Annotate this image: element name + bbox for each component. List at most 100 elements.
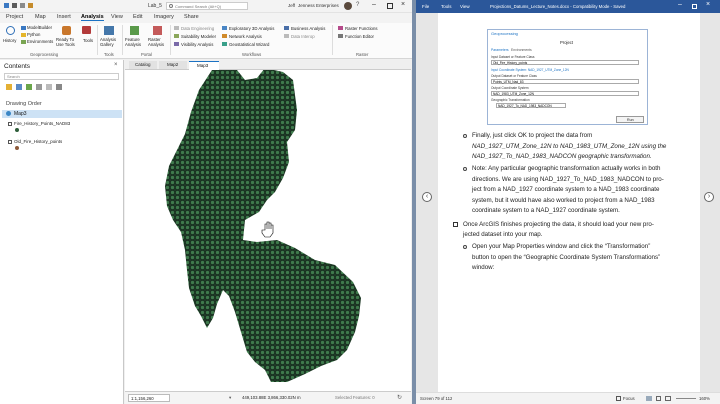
function-editor-button[interactable]: Function Editor bbox=[345, 34, 374, 39]
feature-analysis-button[interactable]: Feature Analysis bbox=[125, 37, 147, 47]
tab-imagery[interactable]: Imagery bbox=[154, 14, 174, 20]
network-analysis-button[interactable]: Network Analysis bbox=[229, 34, 262, 39]
gp-field-value: NAD_1983_UTM_Zone_12N bbox=[491, 91, 639, 96]
analysis-gallery-button[interactable]: Analysis Gallery bbox=[100, 37, 120, 47]
tab-share[interactable]: Share bbox=[184, 14, 199, 20]
web-layout-icon[interactable] bbox=[665, 396, 671, 401]
layer-checkbox[interactable] bbox=[8, 122, 12, 126]
pause-drawing-icon[interactable]: ▾ bbox=[229, 395, 231, 401]
gp-tab-parameters: Parameters bbox=[491, 48, 509, 52]
data-engineering-button[interactable]: Data Engineering bbox=[181, 26, 214, 31]
doc-line: ject from a NAD_1927 coordinate system t… bbox=[472, 186, 660, 193]
tab-map2[interactable]: Map2 bbox=[159, 61, 187, 69]
toolbox-icon bbox=[82, 26, 91, 34]
modelbuilder-button[interactable]: ModelBuilder bbox=[27, 25, 52, 30]
tab-edit[interactable]: Edit bbox=[133, 14, 142, 20]
command-search-input[interactable]: Command Search (Alt+Q) bbox=[166, 2, 248, 10]
business-analysis-button[interactable]: Business Analysis bbox=[291, 26, 325, 31]
visibility-analysis-button[interactable]: Visibility Analysis bbox=[181, 42, 213, 47]
zoom-level[interactable]: 160% bbox=[699, 396, 710, 401]
previous-screen-button[interactable]: ‹ bbox=[422, 192, 432, 202]
doc-line: NAD_1927_UTM_Zone_12N to NAD_1983_UTM_Zo… bbox=[472, 143, 667, 150]
ready-to-use-button[interactable]: Ready To Use Tools bbox=[56, 37, 80, 47]
list-by-drawing-order-icon[interactable] bbox=[6, 84, 12, 90]
layer-item[interactable]: Fire_History_Points_NAD83 bbox=[6, 121, 121, 133]
cursor-hand-icon bbox=[261, 221, 274, 238]
avatar[interactable] bbox=[344, 2, 352, 10]
environments-icon bbox=[21, 40, 26, 44]
scale-dropdown[interactable]: 1:1,156,260 bbox=[128, 394, 170, 402]
suitability-modeler-button[interactable]: Suitability Modeler bbox=[181, 34, 216, 39]
data-interop-icon bbox=[284, 34, 289, 38]
bullet-circle bbox=[463, 245, 467, 249]
list-by-snapping-icon[interactable] bbox=[46, 84, 52, 90]
history-button[interactable]: History bbox=[3, 38, 16, 43]
tools-button[interactable]: Tools bbox=[83, 38, 93, 43]
gp-field-label: Input Coordinate System: NAD_1927_UTM_Zo… bbox=[491, 68, 569, 72]
list-by-source-icon[interactable] bbox=[16, 84, 22, 90]
word-tab-view[interactable]: View bbox=[460, 4, 470, 9]
environments-button[interactable]: Environments bbox=[27, 39, 53, 44]
tab-catalog[interactable]: Catalog bbox=[129, 61, 157, 69]
word-close-icon[interactable]: × bbox=[706, 1, 710, 8]
tab-analysis[interactable]: Analysis bbox=[81, 14, 104, 21]
next-screen-button[interactable]: › bbox=[704, 192, 714, 202]
doc-line: coordinate system to a NAD_1927 coordina… bbox=[472, 207, 620, 214]
geostatistical-wizard-button[interactable]: Geostatistical Wizard bbox=[229, 42, 269, 47]
data-interop-button[interactable]: Data Interop bbox=[291, 34, 315, 39]
contents-search-input[interactable]: Search bbox=[4, 73, 119, 80]
python-button[interactable]: Python bbox=[27, 32, 40, 37]
doc-line: Open your Map Properties window and clic… bbox=[472, 243, 651, 250]
word-minimize-icon[interactable]: – bbox=[678, 1, 682, 8]
help-icon[interactable]: ? bbox=[356, 2, 359, 8]
user-name[interactable]: Jeff bbox=[288, 3, 295, 8]
tab-view[interactable]: View bbox=[111, 14, 123, 20]
close-icon[interactable]: × bbox=[401, 1, 405, 8]
function-editor-icon bbox=[338, 34, 343, 38]
exploratory-3d-button[interactable]: Exploratory 3D Analysis bbox=[229, 26, 274, 31]
read-mode-icon[interactable] bbox=[646, 396, 652, 401]
layer-item[interactable]: Old_Fire_History_points bbox=[6, 139, 121, 151]
exploratory-3d-icon bbox=[222, 26, 227, 30]
gp-run-button: Run bbox=[616, 116, 644, 123]
word-status-bar: Screen 79 of 112 Focus 160% bbox=[416, 392, 720, 404]
tab-map3-label: Map3 bbox=[197, 63, 209, 68]
doc-line: button to open the “Geographic Coordinat… bbox=[472, 254, 661, 261]
layer-checkbox[interactable] bbox=[8, 140, 12, 144]
word-restore-icon[interactable] bbox=[692, 4, 697, 9]
raster-analysis-button[interactable]: Raster Analysis bbox=[148, 37, 170, 47]
list-by-selection-icon[interactable] bbox=[26, 84, 32, 90]
focus-label[interactable]: Focus bbox=[623, 396, 635, 401]
tab-project[interactable]: Project bbox=[6, 14, 23, 20]
raster-functions-button[interactable]: Raster Functions bbox=[345, 26, 377, 31]
map-canvas[interactable] bbox=[125, 70, 411, 391]
refresh-icon[interactable]: ↻ bbox=[397, 394, 402, 401]
checkbox-bullet bbox=[453, 222, 458, 227]
pane-close-icon[interactable]: × bbox=[114, 62, 118, 68]
print-layout-icon[interactable] bbox=[656, 396, 661, 401]
word-title-bar: File Tools View Projections_Datums_Lectu… bbox=[416, 0, 720, 13]
map-status-bar: 1:1,156,260 ▾ 449,103.88E 3,866,330.02N … bbox=[125, 391, 411, 404]
gp-tab-environments: Environments bbox=[511, 48, 532, 52]
maximize-icon[interactable] bbox=[387, 3, 393, 9]
focus-icon[interactable] bbox=[616, 396, 621, 401]
group-geoprocessing: Geoprocessing bbox=[30, 52, 59, 57]
zoom-slider[interactable] bbox=[676, 398, 696, 399]
map-item[interactable]: Map3 bbox=[2, 110, 122, 118]
map-icon bbox=[6, 111, 11, 116]
list-by-labeling-icon[interactable] bbox=[56, 84, 62, 90]
contents-pane: Contents × Search Drawing Order Map3 Fir… bbox=[0, 60, 124, 404]
list-by-editing-icon[interactable] bbox=[36, 84, 42, 90]
doc-line: directions. We are using NAD_1927_To_NAD… bbox=[472, 176, 664, 183]
document-title: Projections_Datums_Lecture_Notes.docx - … bbox=[490, 4, 626, 9]
map-view[interactable] bbox=[125, 70, 411, 391]
tab-map[interactable]: Map bbox=[35, 14, 46, 20]
qat-icons[interactable] bbox=[4, 3, 38, 9]
tab-insert[interactable]: Insert bbox=[57, 14, 71, 20]
word-tab-file[interactable]: File bbox=[422, 4, 429, 9]
tab-map3[interactable]: Map3 bbox=[189, 61, 219, 70]
word-tab-tools[interactable]: Tools bbox=[441, 4, 452, 9]
layer-symbol-icon bbox=[15, 146, 19, 150]
minimize-icon[interactable]: – bbox=[372, 1, 376, 8]
scale-value: 1:1,156,260 bbox=[131, 396, 154, 401]
